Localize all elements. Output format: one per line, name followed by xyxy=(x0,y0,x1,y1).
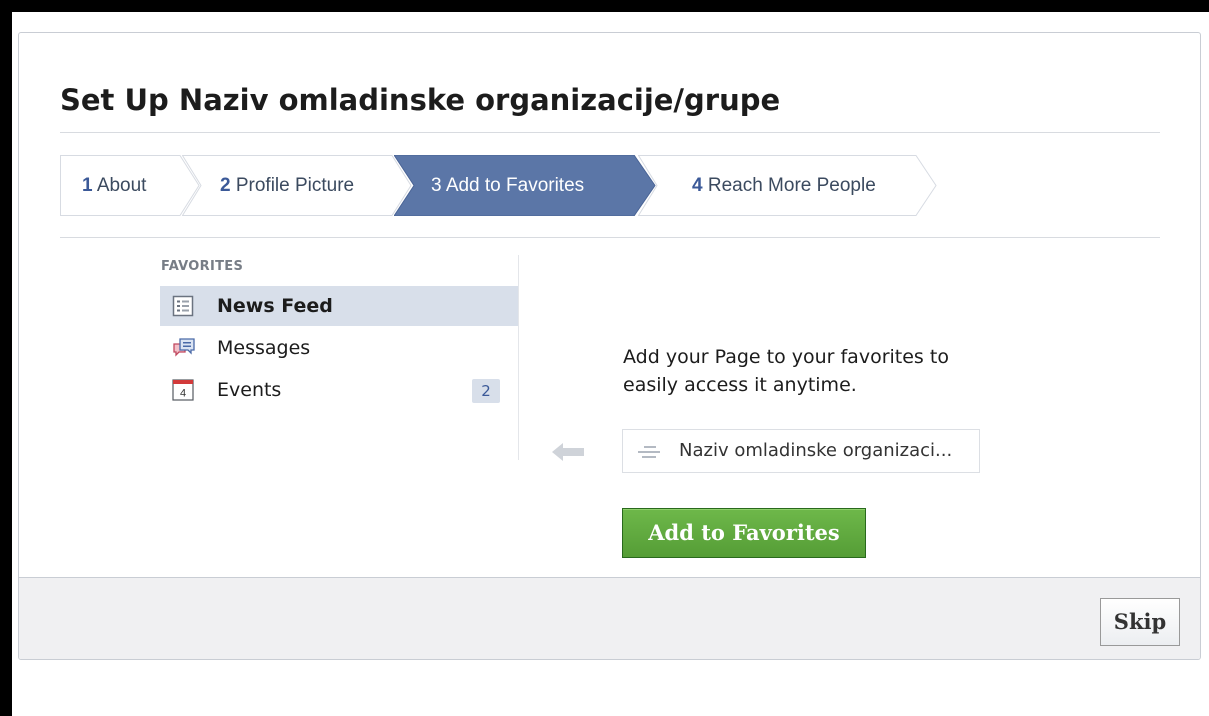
favorites-sidebar-preview: FAVORITES News Feed Messages 4 Events 2 xyxy=(160,255,519,460)
step-number: 1 xyxy=(82,175,93,196)
step-number: 4 xyxy=(692,175,703,196)
skip-button[interactable]: Skip xyxy=(1100,598,1180,646)
favorites-item-messages[interactable]: Messages xyxy=(160,328,519,368)
page-favorite-preview: Naziv omladinske organizaci... xyxy=(622,429,980,473)
step-profile-picture[interactable]: 2 Profile Picture xyxy=(182,155,412,216)
steps-divider xyxy=(60,237,1160,238)
favorites-item-label: Messages xyxy=(217,337,311,359)
calendar-day: 4 xyxy=(180,388,186,400)
step-label: About xyxy=(96,175,147,196)
favorites-item-label: News Feed xyxy=(217,295,333,317)
step-number: 2 xyxy=(220,175,231,196)
instructions-text: Add your Page to your favorites to easil… xyxy=(623,346,949,396)
favorites-heading: FAVORITES xyxy=(161,259,244,274)
add-to-favorites-button[interactable]: Add to Favorites xyxy=(622,508,866,558)
news-feed-icon xyxy=(172,295,194,317)
events-count-badge: 2 xyxy=(472,379,500,403)
favorites-item-events[interactable]: 4 Events 2 xyxy=(160,370,519,410)
page-background: Set Up Naziv omladinske organizacije/gru… xyxy=(12,12,1209,716)
favorites-divider xyxy=(518,255,519,460)
messages-icon xyxy=(172,337,195,359)
dialog-footer: Skip xyxy=(19,577,1200,659)
calendar-icon: 4 xyxy=(172,379,194,401)
favorites-item-news-feed[interactable]: News Feed xyxy=(160,286,519,326)
step-number: 3 xyxy=(431,175,442,196)
step-label: Reach More People xyxy=(707,175,876,196)
dialog-title: Set Up Naziv omladinske organizacije/gru… xyxy=(60,83,781,117)
step-about[interactable]: 1 About xyxy=(60,155,200,216)
title-divider xyxy=(60,132,1160,133)
step-add-to-favorites[interactable]: 3 Add to Favorites xyxy=(394,155,656,216)
setup-dialog: Set Up Naziv omladinske organizacije/gru… xyxy=(18,32,1201,660)
step-label: Add to Favorites xyxy=(445,175,585,196)
step-label: Profile Picture xyxy=(235,175,355,196)
page-favorite-label: Naziv omladinske organizaci... xyxy=(679,440,953,461)
setup-steps: 1 About 2 Profile Picture 3 Add to Favor… xyxy=(60,155,960,216)
step-reach-more-people[interactable]: 4 Reach More People xyxy=(638,155,938,216)
arrow-left-icon xyxy=(551,441,587,463)
page-icon xyxy=(636,444,662,460)
favorites-item-label: Events xyxy=(217,379,282,401)
